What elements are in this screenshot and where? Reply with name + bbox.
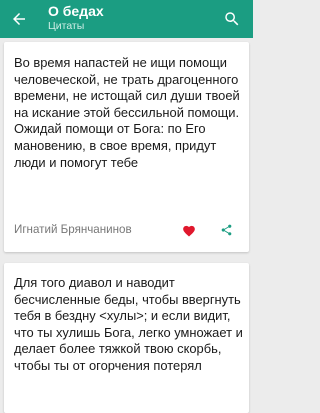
favorite-button[interactable] <box>178 219 200 241</box>
arrow-back-icon <box>13 13 25 25</box>
share-button[interactable] <box>215 219 237 241</box>
page-subtitle: Цитаты <box>48 20 85 32</box>
share-icon <box>221 224 231 236</box>
heart-icon <box>183 225 195 237</box>
quote-text: Для того диавол и наводит бесчисленные б… <box>14 275 243 373</box>
quote-author[interactable]: Игнатий Брянчанинов <box>14 223 132 237</box>
app-bar: О бедах Цитаты <box>0 0 253 38</box>
page-title: О бедах <box>48 3 104 19</box>
back-button[interactable] <box>6 6 32 32</box>
quote-card[interactable]: Во время напастей не ищи помощи человече… <box>4 42 249 252</box>
search-icon <box>225 12 239 26</box>
search-button[interactable] <box>219 6 245 32</box>
quote-text: Во время напастей не ищи помощи человече… <box>14 55 240 170</box>
quote-card[interactable]: Для того диавол и наводит бесчисленные б… <box>4 263 249 413</box>
